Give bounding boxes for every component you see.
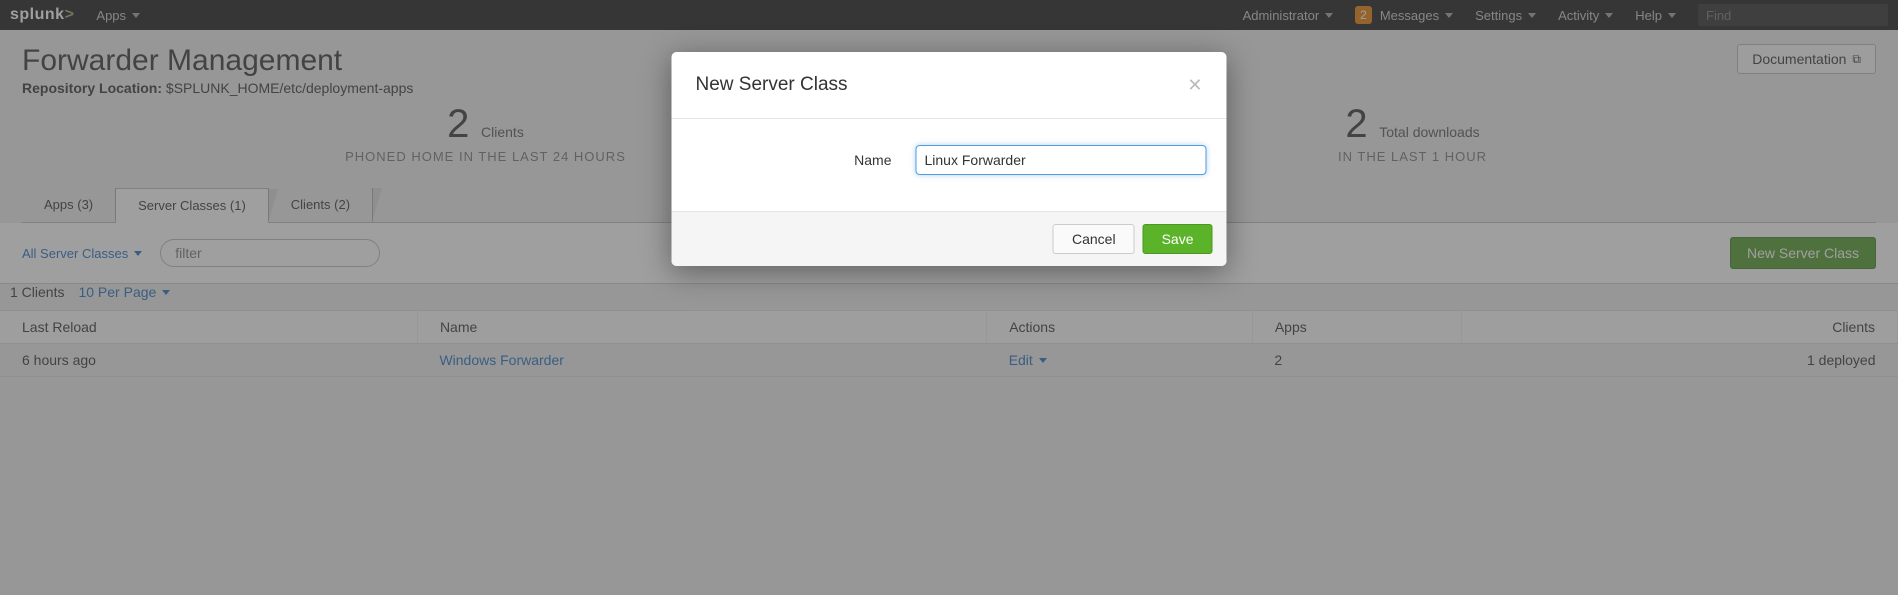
modal-header: New Server Class ✕ (672, 52, 1227, 119)
cancel-button[interactable]: Cancel (1053, 224, 1135, 254)
modal-title: New Server Class (696, 74, 848, 96)
name-field-label: Name (692, 152, 892, 168)
save-button[interactable]: Save (1143, 224, 1213, 254)
name-input[interactable] (916, 145, 1207, 175)
new-server-class-modal: New Server Class ✕ Name Cancel Save (672, 52, 1227, 266)
modal-body: Name (672, 119, 1227, 211)
close-icon[interactable]: ✕ (1187, 75, 1202, 96)
modal-footer: Cancel Save (672, 211, 1227, 266)
